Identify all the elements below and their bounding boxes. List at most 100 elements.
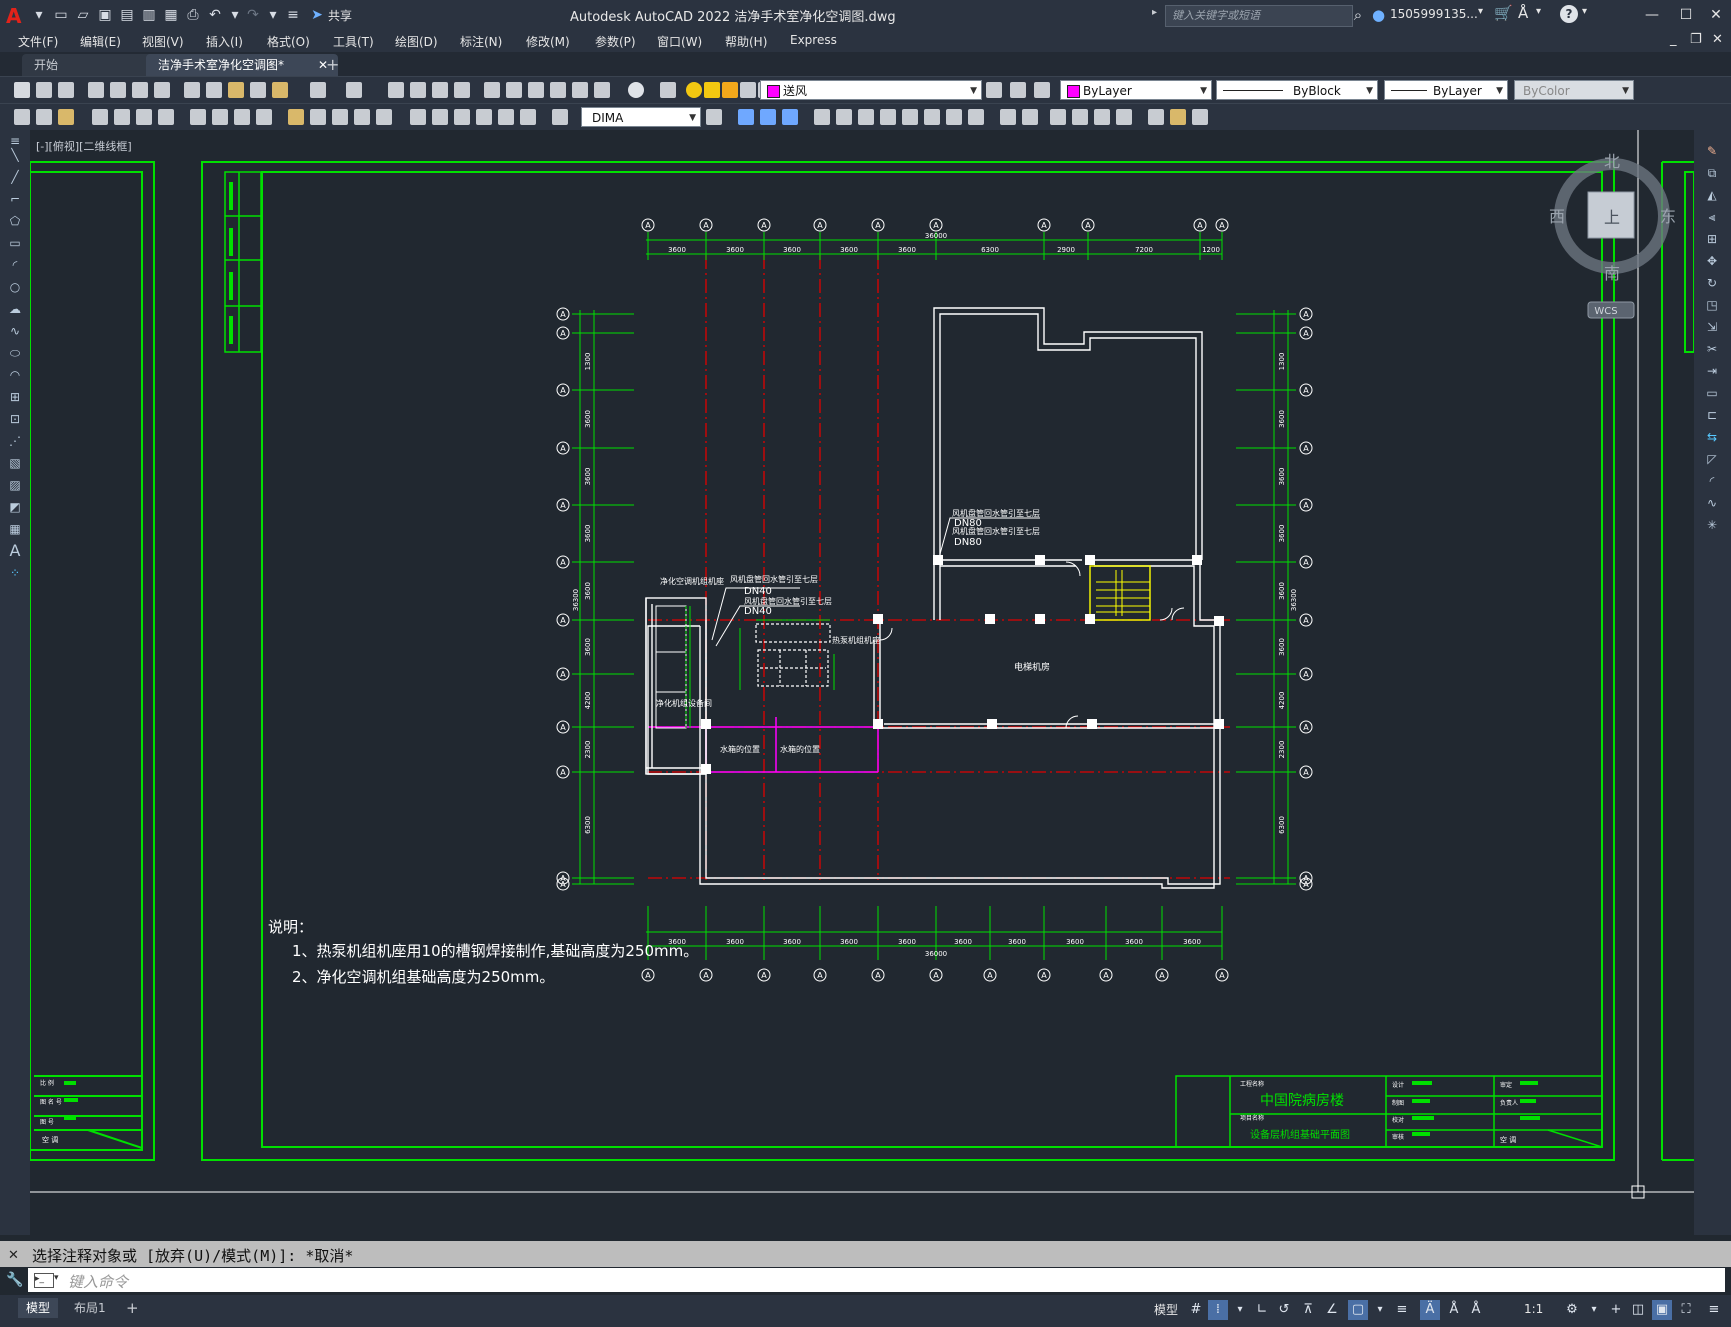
- undo-toolbar-icon[interactable]: [310, 82, 326, 98]
- share-button[interactable]: 共享: [328, 7, 352, 24]
- linear-dim-icon[interactable]: [92, 109, 108, 125]
- annotation-scale-icon[interactable]: Å: [1466, 1300, 1486, 1320]
- new-file-icon[interactable]: ▭: [52, 6, 70, 24]
- 3d-print-icon[interactable]: [154, 82, 170, 98]
- calculator-icon[interactable]: [594, 82, 610, 98]
- ucs-world-icon[interactable]: [836, 109, 852, 125]
- dim-break-icon[interactable]: [376, 109, 392, 125]
- undo-icon[interactable]: ↶: [206, 6, 224, 24]
- redo-toolbar-icon[interactable]: [346, 82, 362, 98]
- search-input[interactable]: 键入关键字或短语: [1165, 5, 1353, 27]
- view-back-icon[interactable]: [760, 109, 776, 125]
- doc-restore-button[interactable]: ❐: [1690, 32, 1702, 47]
- redo-icon[interactable]: ↷: [244, 6, 262, 24]
- fly-icon[interactable]: [1116, 109, 1132, 125]
- diameter-dim-icon[interactable]: [234, 109, 250, 125]
- menu-modify[interactable]: 修改(M): [526, 33, 570, 50]
- polar-icon[interactable]: ↺: [1274, 1300, 1294, 1320]
- linetype-dropdown[interactable]: ByBlock ▼: [1216, 80, 1378, 100]
- viewport-controls[interactable]: [-][俯视][二维线框]: [36, 138, 132, 154]
- zoom-previous-icon[interactable]: [454, 82, 470, 98]
- tab-layout1[interactable]: 布局1: [66, 1298, 114, 1318]
- menu-express[interactable]: Express: [790, 33, 837, 47]
- zoom-window-icon[interactable]: [432, 82, 448, 98]
- autocad-logo-icon[interactable]: A: [6, 4, 32, 28]
- insert-block-icon[interactable]: [1148, 109, 1164, 125]
- light-icon[interactable]: [1050, 109, 1066, 125]
- construction-line-icon[interactable]: ╱: [7, 170, 23, 184]
- center-mark-icon[interactable]: [432, 109, 448, 125]
- ucs-origin-icon[interactable]: [946, 109, 962, 125]
- maximize-button[interactable]: ☐: [1674, 4, 1698, 26]
- viewcube-south[interactable]: 南: [1604, 264, 1620, 283]
- menu-help[interactable]: 帮助(H): [725, 33, 767, 50]
- quick-select-icon[interactable]: [14, 109, 30, 125]
- menu-edit[interactable]: 编辑(E): [80, 33, 121, 50]
- publish-icon[interactable]: [132, 82, 148, 98]
- user-dropdown-icon[interactable]: ▾: [1478, 6, 1483, 17]
- ellipse-arc-icon[interactable]: ◠: [7, 368, 23, 382]
- rectangle-icon[interactable]: ▭: [7, 236, 23, 250]
- markup-icon[interactable]: [572, 82, 588, 98]
- extend-icon[interactable]: ⇥: [1704, 364, 1720, 378]
- menu-window[interactable]: 窗口(W): [657, 33, 702, 50]
- spline-icon[interactable]: ∿: [7, 324, 23, 338]
- search-expand-icon[interactable]: ▸: [1152, 7, 1157, 18]
- dim-update-icon[interactable]: [552, 109, 568, 125]
- viewcube[interactable]: 上 北 南 西 东 WCS: [1549, 152, 1676, 319]
- materials-icon[interactable]: [1072, 109, 1088, 125]
- aligned-dim-icon[interactable]: [114, 109, 130, 125]
- new-icon[interactable]: [14, 82, 30, 98]
- polygon-icon[interactable]: ⬠: [7, 214, 23, 228]
- close-cmdline-icon[interactable]: ✕: [8, 1248, 19, 1263]
- lineweight-toggle-icon[interactable]: ≡: [1392, 1300, 1412, 1320]
- annotation-scale-value[interactable]: 1:1: [1524, 1302, 1543, 1316]
- arc-icon[interactable]: ◜: [7, 258, 23, 272]
- attach-xref-icon[interactable]: [1170, 109, 1186, 125]
- menu-dimension[interactable]: 标注(N): [460, 33, 502, 50]
- snap-icon[interactable]: ⁞: [1208, 1300, 1228, 1320]
- wcs-menu[interactable]: WCS: [1594, 306, 1617, 317]
- layer-previous-icon[interactable]: [1010, 82, 1026, 98]
- chamfer-icon[interactable]: ◸: [1704, 452, 1720, 466]
- plotstyle-dropdown[interactable]: ByColor ▼: [1514, 80, 1634, 100]
- grid-icon[interactable]: #: [1186, 1300, 1206, 1320]
- continue-dim-icon[interactable]: [332, 109, 348, 125]
- make-current-layer-icon[interactable]: [986, 82, 1002, 98]
- doc-close-button[interactable]: ✕: [1712, 32, 1723, 47]
- stretch-icon[interactable]: ⇲: [1704, 320, 1720, 334]
- scale-icon[interactable]: ◳: [1704, 298, 1720, 312]
- match-properties-icon[interactable]: [250, 82, 266, 98]
- close-button[interactable]: ✕: [1704, 4, 1728, 26]
- ucs-face-icon[interactable]: [880, 109, 896, 125]
- block-editor-icon[interactable]: [272, 82, 288, 98]
- join-icon[interactable]: ⇆: [1704, 430, 1720, 444]
- layer-dropdown[interactable]: 送风 ▼: [760, 80, 982, 100]
- dim-text-edit-icon[interactable]: [520, 109, 536, 125]
- view-front-icon[interactable]: [738, 109, 754, 125]
- properties-icon[interactable]: [484, 82, 500, 98]
- view-left-icon[interactable]: [782, 109, 798, 125]
- isodraft-icon[interactable]: ⊼: [1298, 1300, 1318, 1320]
- qdim-icon[interactable]: [36, 109, 52, 125]
- plot-icon[interactable]: [88, 82, 104, 98]
- inspection-icon[interactable]: [454, 109, 470, 125]
- hatch-icon[interactable]: ▧: [7, 456, 23, 470]
- table-icon[interactable]: ▦: [7, 522, 23, 536]
- fillet-icon[interactable]: ◜: [1704, 474, 1720, 488]
- cut-icon[interactable]: [184, 82, 200, 98]
- array-icon[interactable]: ⊞: [1704, 232, 1720, 246]
- tolerance-icon[interactable]: [410, 109, 426, 125]
- redo-dropdown-icon[interactable]: ▾: [264, 6, 282, 24]
- tool-palettes-icon[interactable]: [528, 82, 544, 98]
- viewcube-west[interactable]: 西: [1549, 207, 1565, 226]
- rotate-icon[interactable]: ↻: [1704, 276, 1720, 290]
- jogged-linear-icon[interactable]: [476, 109, 492, 125]
- point-icon[interactable]: ⋰: [7, 434, 23, 448]
- move-icon[interactable]: ✥: [1704, 254, 1720, 268]
- layer-plot-icon[interactable]: [740, 82, 756, 98]
- dim-edit-icon[interactable]: [498, 109, 514, 125]
- customize-qa-icon[interactable]: ≡: [284, 6, 302, 24]
- open-file-icon[interactable]: ▱: [74, 6, 92, 24]
- arc-length-icon[interactable]: [136, 109, 152, 125]
